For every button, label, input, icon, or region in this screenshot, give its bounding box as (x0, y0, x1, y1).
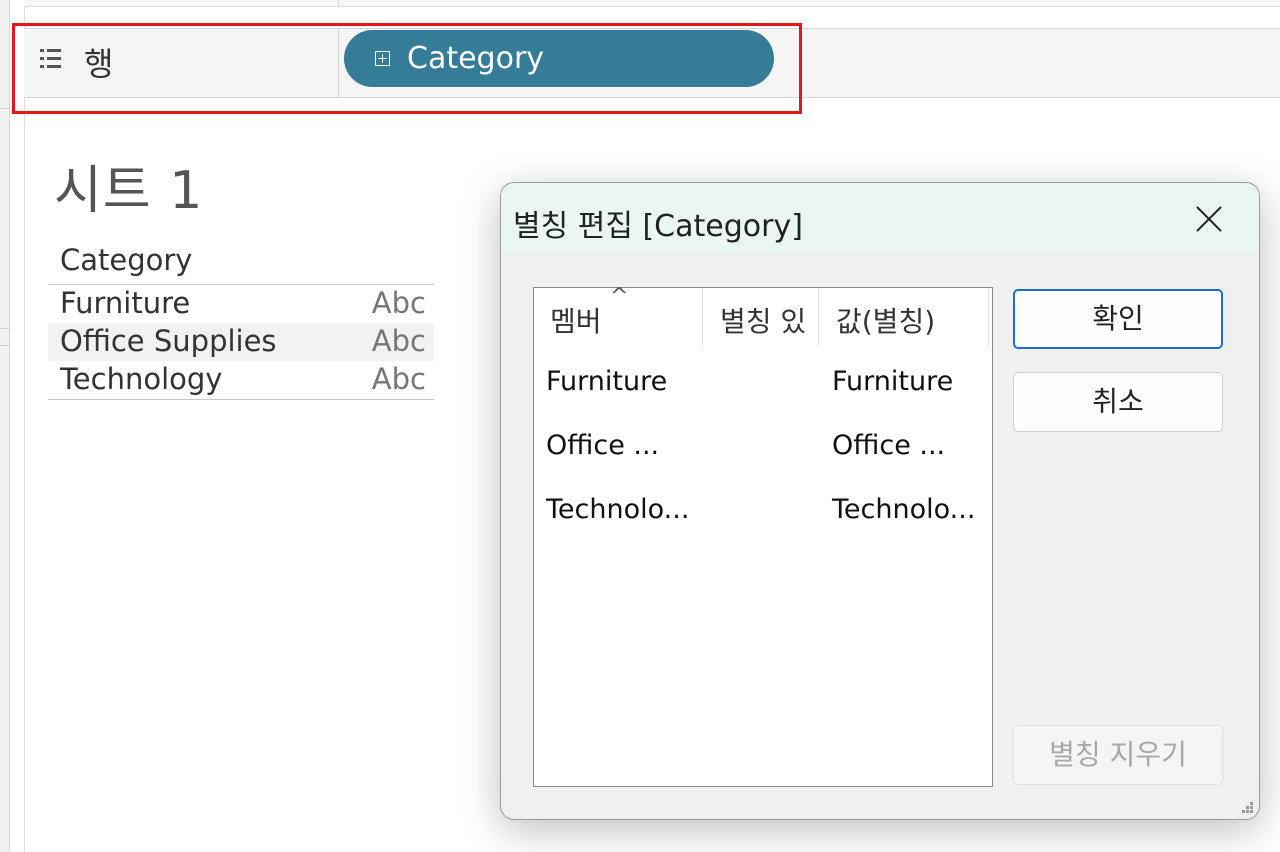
alias-list[interactable]: 멤버 ^ 별칭 있 값(별칭) Furniture Furniture Offi… (533, 284, 993, 787)
column-header-value-alias[interactable]: 값(별칭) (836, 300, 986, 340)
alias-cell: Technolo... (832, 494, 976, 525)
divider (0, 345, 9, 346)
category-pill[interactable]: Category (344, 30, 774, 87)
divider[interactable] (702, 288, 703, 346)
sort-ascending-icon: ^ (610, 284, 629, 309)
divider (0, 108, 9, 109)
member-cell: Furniture (546, 366, 668, 397)
left-panel-strip (0, 0, 10, 852)
edit-aliases-dialog: 별칭 편집 [Category] 멤버 ^ 별칭 있 값(별칭) Furnitu… (500, 182, 1260, 820)
sheet-title: 시트 1 (54, 161, 204, 221)
clear-aliases-button[interactable]: 별칭 지우기 (1013, 725, 1223, 785)
table-row[interactable]: Furniture Abc (48, 285, 434, 323)
row-name: Furniture (60, 286, 191, 320)
divider (24, 0, 25, 852)
expand-plus-icon[interactable] (375, 51, 390, 66)
row-value: Abc (371, 286, 426, 320)
member-cell: Office ... (546, 430, 660, 461)
table-row[interactable]: Technology Abc (48, 361, 434, 399)
list-header: 멤버 ^ 별칭 있 값(별칭) (534, 284, 992, 348)
row-name: Technology (60, 362, 223, 396)
rows-shelf-label-cell: 행 (24, 29, 339, 97)
resize-grip-icon[interactable] (1239, 799, 1253, 813)
column-header-has-alias[interactable]: 별칭 있 (720, 300, 816, 340)
dialog-title: 별칭 편집 [Category] (513, 209, 803, 244)
divider (48, 399, 434, 400)
cancel-button[interactable]: 취소 (1013, 372, 1223, 432)
column-header[interactable]: Category (60, 243, 192, 277)
list-icon (40, 47, 64, 71)
columns-shelf (24, 0, 1280, 7)
row-name: Office Supplies (60, 324, 277, 358)
divider[interactable] (818, 288, 819, 346)
alias-cell: Furniture (832, 366, 954, 397)
divider (988, 288, 989, 346)
rows-shelf-label: 행 (84, 45, 114, 83)
row-value: Abc (371, 362, 426, 396)
table-row[interactable]: Office Supplies Abc (48, 323, 434, 361)
divider (0, 328, 9, 329)
row-value: Abc (371, 324, 426, 358)
alias-cell: Office ... (832, 430, 946, 461)
pill-label: Category (407, 41, 545, 76)
member-cell: Technolo... (546, 494, 690, 525)
ok-button[interactable]: 확인 (1013, 289, 1223, 349)
dialog-titlebar[interactable]: 별칭 편집 [Category] (501, 183, 1259, 255)
close-icon[interactable] (1191, 201, 1227, 237)
